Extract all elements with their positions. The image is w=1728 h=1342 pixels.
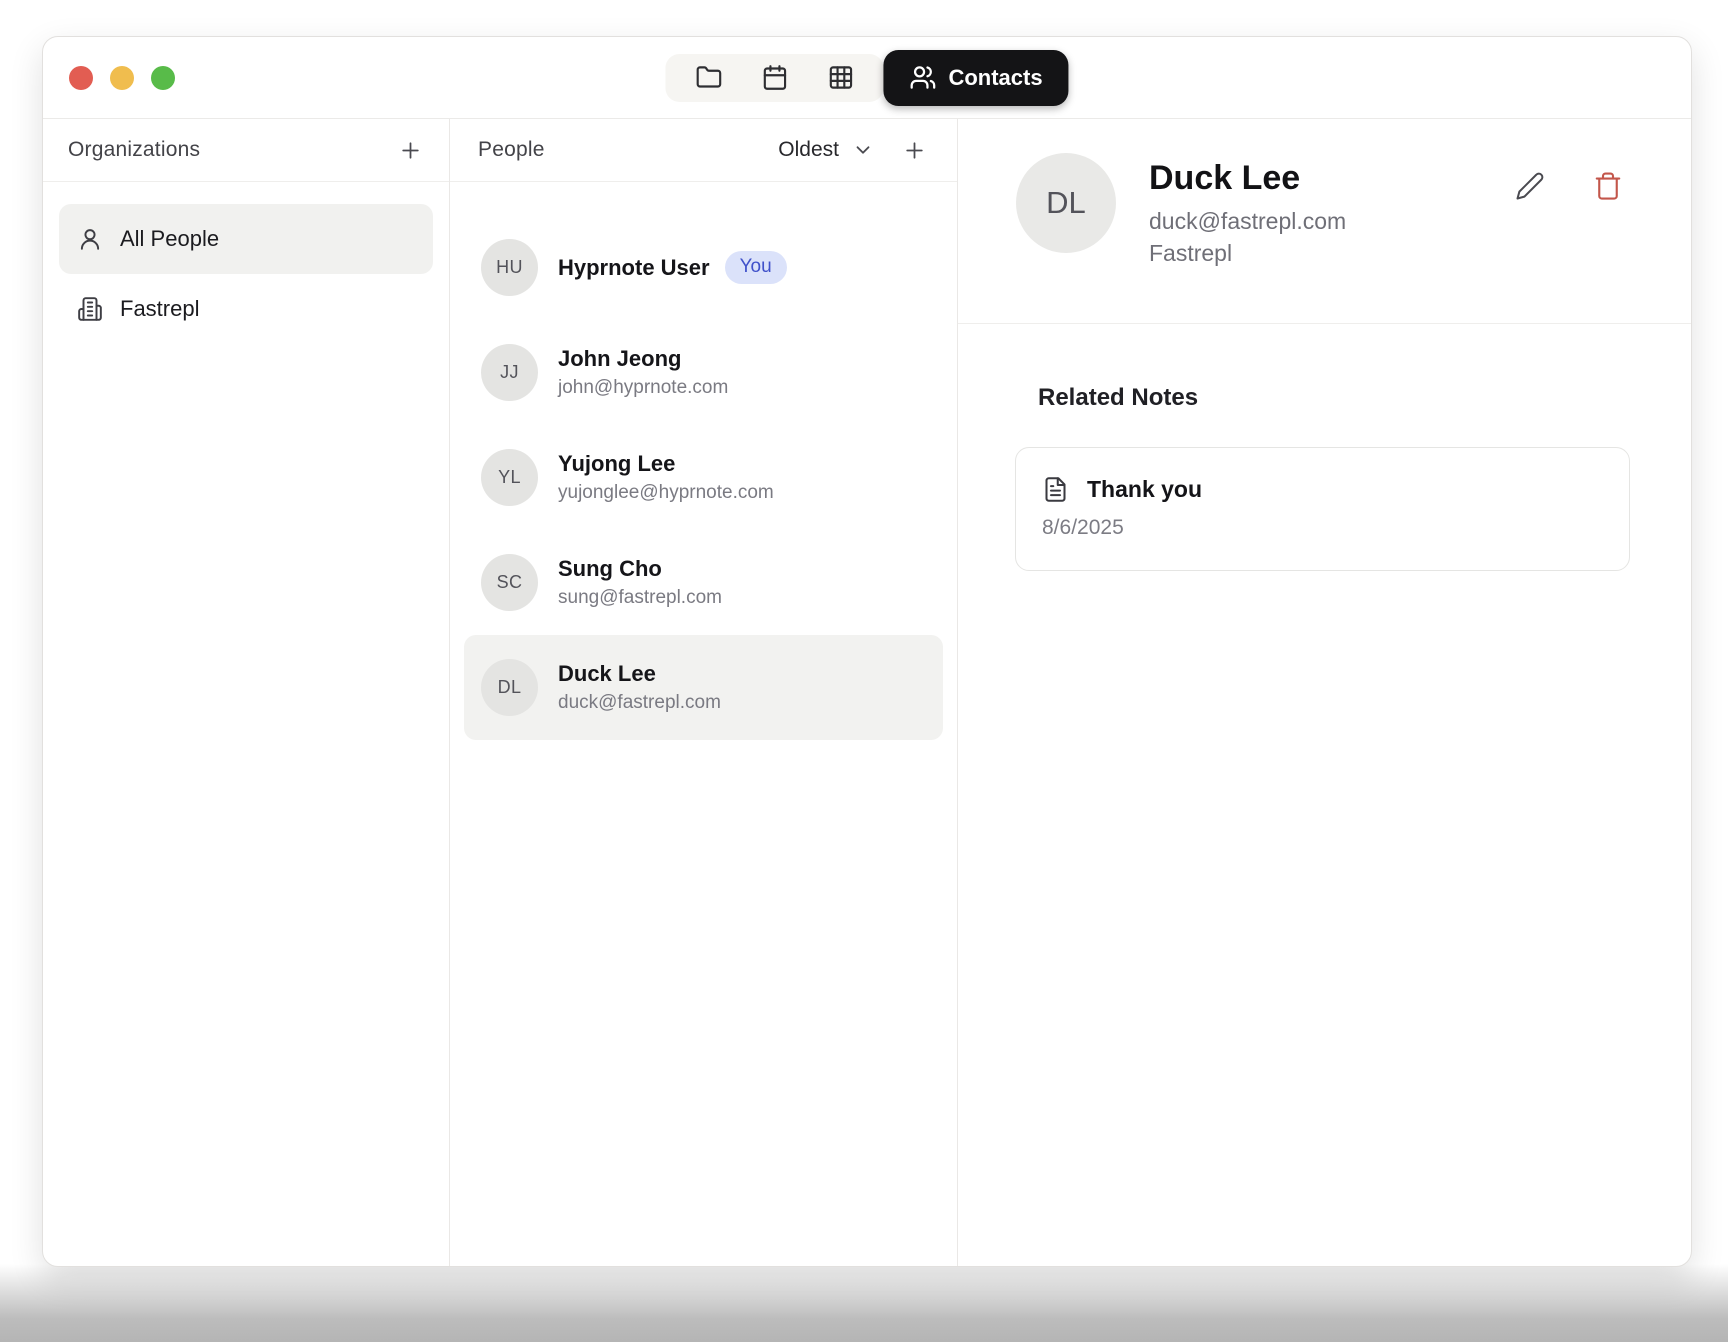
organizations-title: Organizations <box>68 138 200 162</box>
person-row-yujong-lee[interactable]: YL Yujong Lee yujonglee@hyprnote.com <box>464 425 943 530</box>
edit-contact-button[interactable] <box>1515 171 1545 201</box>
traffic-lights <box>69 66 175 90</box>
person-main: Hyprnote User You <box>558 251 787 284</box>
window-shadow <box>0 1264 1728 1342</box>
avatar: SC <box>481 554 538 611</box>
people-header-controls: Oldest <box>778 138 927 163</box>
close-button[interactable] <box>69 66 93 90</box>
folder-icon <box>695 64 722 91</box>
person-email: sung@fastrepl.com <box>558 587 722 609</box>
avatar: DL <box>1016 153 1116 253</box>
avatar: YL <box>481 449 538 506</box>
toolbar: Contacts <box>665 50 1068 106</box>
plus-icon <box>398 138 423 163</box>
you-badge: You <box>725 251 787 284</box>
person-row-sung-cho[interactable]: SC Sung Cho sung@fastrepl.com <box>464 530 943 635</box>
contacts-tab-label: Contacts <box>948 65 1042 91</box>
sidebar-item-label: Fastrepl <box>120 296 199 322</box>
contact-name: Duck Lee <box>1149 159 1346 198</box>
avatar: DL <box>481 659 538 716</box>
calendar-icon <box>761 64 788 91</box>
contact-detail-panel: DL Duck Lee duck@fastrepl.com Fastrepl <box>958 119 1691 1266</box>
sort-dropdown[interactable]: Oldest <box>778 138 874 162</box>
person-name: Hyprnote User <box>558 255 710 280</box>
note-title-row: Thank you <box>1042 476 1603 503</box>
person-text: Sung Cho sung@fastrepl.com <box>558 556 722 608</box>
person-icon <box>77 226 103 252</box>
tab-notes[interactable] <box>675 56 741 100</box>
person-name: Sung Cho <box>558 556 722 581</box>
contact-organization: Fastrepl <box>1149 240 1346 267</box>
contact-detail-header: DL Duck Lee duck@fastrepl.com Fastrepl <box>958 119 1691 324</box>
tab-contacts-active[interactable]: Contacts <box>883 50 1068 106</box>
view-tab-strip <box>665 54 883 102</box>
organizations-sidebar: Organizations All People <box>43 119 450 1266</box>
people-panel: People Oldest <box>450 119 958 1266</box>
organizations-list: All People Fastrepl <box>43 182 449 366</box>
sidebar-item-fastrepl[interactable]: Fastrepl <box>59 274 433 344</box>
note-title: Thank you <box>1087 476 1202 503</box>
contact-email: duck@fastrepl.com <box>1149 208 1346 235</box>
person-row-john-jeong[interactable]: JJ John Jeong john@hyprnote.com <box>464 320 943 425</box>
person-name: John Jeong <box>558 346 728 371</box>
person-name: Yujong Lee <box>558 451 774 476</box>
person-email: duck@fastrepl.com <box>558 692 721 714</box>
delete-contact-button[interactable] <box>1593 171 1623 201</box>
people-title: People <box>478 138 545 162</box>
tab-table[interactable] <box>807 56 873 100</box>
person-email: yujonglee@hyprnote.com <box>558 482 774 504</box>
people-header: People Oldest <box>450 119 957 182</box>
note-date: 8/6/2025 <box>1042 516 1603 540</box>
app-window: Contacts Organizations All People <box>42 36 1692 1267</box>
users-icon <box>909 64 936 91</box>
chevron-down-icon <box>852 139 874 161</box>
avatar: JJ <box>481 344 538 401</box>
person-row-hyprnote-user[interactable]: HU Hyprnote User You <box>464 215 943 320</box>
person-row-duck-lee[interactable]: DL Duck Lee duck@fastrepl.com <box>464 635 943 740</box>
sidebar-item-all-people[interactable]: All People <box>59 204 433 274</box>
add-organization-button[interactable] <box>398 138 423 163</box>
add-person-button[interactable] <box>902 138 927 163</box>
person-name: Duck Lee <box>558 661 721 686</box>
table-icon <box>827 64 854 91</box>
contact-actions <box>1515 171 1623 201</box>
zoom-button[interactable] <box>151 66 175 90</box>
file-text-icon <box>1042 476 1069 503</box>
person-email: john@hyprnote.com <box>558 377 728 399</box>
organizations-header: Organizations <box>43 119 449 182</box>
person-text: Yujong Lee yujonglee@hyprnote.com <box>558 451 774 503</box>
sidebar-item-label: All People <box>120 226 219 252</box>
sort-label: Oldest <box>778 138 839 162</box>
people-list: HU Hyprnote User You JJ John Jeong john@… <box>450 182 957 740</box>
tab-calendar[interactable] <box>741 56 807 100</box>
person-text: John Jeong john@hyprnote.com <box>558 346 728 398</box>
pencil-icon <box>1515 171 1545 201</box>
main-content: Organizations All People <box>43 119 1691 1266</box>
plus-icon <box>902 138 927 163</box>
building-icon <box>77 296 103 322</box>
contact-info: Duck Lee duck@fastrepl.com Fastrepl <box>1149 153 1346 323</box>
trash-icon <box>1593 171 1623 201</box>
note-card[interactable]: Thank you 8/6/2025 <box>1015 447 1630 571</box>
related-notes-title: Related Notes <box>1038 384 1630 412</box>
person-text: Duck Lee duck@fastrepl.com <box>558 661 721 713</box>
minimize-button[interactable] <box>110 66 134 90</box>
related-notes-section: Related Notes Thank you 8/6/2025 <box>958 324 1691 571</box>
avatar: HU <box>481 239 538 296</box>
titlebar: Contacts <box>43 37 1691 119</box>
